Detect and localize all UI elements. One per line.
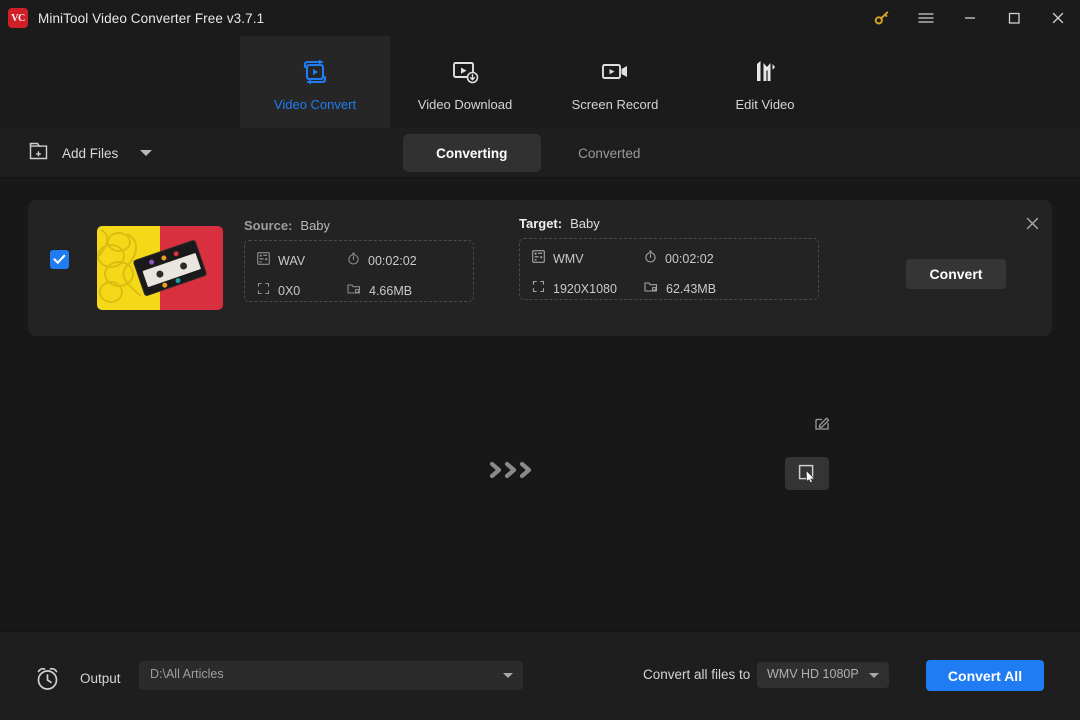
maximize-icon[interactable]	[992, 0, 1036, 36]
cassette-dot-teal	[174, 277, 182, 284]
close-icon[interactable]	[1036, 0, 1080, 36]
file-size-icon	[347, 282, 361, 300]
convert-all-button[interactable]: Convert All	[926, 660, 1044, 691]
source-format: WAV	[278, 254, 306, 268]
nav-tab-label: Screen Record	[571, 96, 659, 112]
nav-tab-video-download[interactable]: Video Download	[390, 36, 540, 128]
file-size-icon	[644, 280, 658, 298]
output-path-value: D:\All Articles	[150, 667, 224, 681]
source-resolution-cell: 0X0	[257, 282, 347, 300]
window-controls	[860, 0, 1080, 36]
convert-button[interactable]: Convert	[906, 259, 1006, 289]
source-format-cell: WAV	[257, 252, 347, 270]
add-files-label: Add Files	[62, 145, 119, 161]
select-cursor-icon[interactable]	[785, 457, 829, 490]
source-duration: 00:02:02	[368, 254, 417, 268]
format-icon	[532, 250, 545, 268]
app-window: VC MiniTool Video Converter Free v3.7.1	[0, 0, 1080, 720]
target-info-box: WMV 00:02:02 1920X1080 62.43MB	[519, 238, 819, 300]
main-nav: Video Convert Video Download Screen Reco…	[0, 36, 1080, 128]
target-duration: 00:02:02	[665, 252, 714, 266]
file-card: Source: Baby WAV 00:02:02 0X0 4.66MB Tar…	[28, 200, 1052, 490]
tab-converting[interactable]: Converting	[403, 134, 541, 172]
source-resolution: 0X0	[278, 284, 301, 298]
source-size: 4.66MB	[369, 284, 413, 298]
cassette-dot-orange-2	[161, 281, 168, 289]
source-duration-cell: 00:02:02	[347, 252, 447, 270]
nav-tab-screen-record[interactable]: Screen Record	[540, 36, 690, 128]
source-info-box: WAV 00:02:02 0X0 4.66MB	[244, 240, 474, 302]
target-format: WMV	[553, 252, 584, 266]
chevron-down-icon[interactable]	[140, 150, 153, 156]
source-size-cell: 4.66MB	[347, 282, 447, 300]
edit-pencil-icon[interactable]	[815, 415, 830, 435]
nav-tab-video-convert[interactable]: Video Convert	[240, 36, 390, 128]
resize-icon	[532, 280, 545, 298]
video-thumbnail[interactable]	[97, 226, 223, 310]
target-format-cell: WMV	[532, 250, 644, 268]
target-name: Baby	[570, 216, 600, 231]
app-title: MiniTool Video Converter Free v3.7.1	[38, 10, 265, 26]
tab-converted[interactable]: Converted	[541, 134, 679, 172]
target-format-select[interactable]: WMV HD 1080P	[757, 662, 889, 688]
cassette-dot-red	[173, 250, 180, 257]
minimize-icon[interactable]	[948, 0, 992, 36]
hamburger-menu-icon[interactable]	[904, 0, 948, 36]
screen-record-icon	[598, 53, 632, 91]
target-panel: Target: Baby WMV 00:02:02 1920X1080 62.4…	[519, 216, 819, 300]
target-duration-cell: 00:02:02	[644, 250, 754, 268]
source-header: Source: Baby	[244, 218, 474, 233]
converting-converted-tabs: Converting Converted	[403, 134, 678, 172]
format-icon	[257, 252, 270, 270]
stopwatch-icon	[347, 252, 360, 270]
target-header: Target: Baby	[519, 216, 819, 231]
nav-tab-label: Video Download	[417, 96, 513, 112]
file-select-checkbox[interactable]	[50, 250, 69, 269]
key-icon[interactable]	[860, 0, 904, 36]
target-size: 62.43MB	[666, 282, 717, 296]
output-path-select[interactable]: D:\All Articles	[139, 661, 523, 690]
convert-all-to-label: Convert all files to	[643, 667, 751, 682]
source-panel: Source: Baby WAV 00:02:02 0X0 4.66MB	[244, 218, 474, 302]
source-label: Source:	[244, 218, 293, 233]
video-convert-icon	[298, 53, 332, 91]
resize-icon	[257, 282, 270, 300]
chevron-down-icon	[869, 673, 879, 678]
nav-tab-label: Video Convert	[273, 96, 357, 112]
target-resolution-cell: 1920X1080	[532, 280, 644, 298]
remove-file-icon[interactable]	[1025, 216, 1040, 236]
target-format-value: WMV HD 1080P	[767, 667, 859, 681]
app-logo-icon: VC	[8, 8, 28, 28]
cassette-dot-orange	[160, 254, 168, 262]
add-files-button[interactable]: Add Files	[28, 128, 153, 178]
nav-tab-edit-video[interactable]: Edit Video	[690, 36, 840, 128]
chevron-down-icon	[503, 673, 513, 678]
cassette-dot-purple	[148, 258, 155, 266]
target-size-cell: 62.43MB	[644, 280, 754, 298]
edit-video-icon	[748, 53, 782, 91]
output-label: Output	[80, 671, 121, 686]
target-resolution: 1920X1080	[553, 282, 617, 296]
target-label: Target:	[519, 216, 563, 231]
add-folder-icon	[28, 140, 51, 167]
stopwatch-icon	[644, 250, 657, 268]
alarm-clock-icon[interactable]	[34, 665, 61, 697]
triple-chevron-right-icon	[487, 458, 539, 482]
video-download-icon	[448, 53, 482, 91]
nav-tab-label: Edit Video	[735, 96, 795, 112]
title-bar: VC MiniTool Video Converter Free v3.7.1	[0, 0, 1080, 36]
source-name: Baby	[300, 218, 331, 233]
